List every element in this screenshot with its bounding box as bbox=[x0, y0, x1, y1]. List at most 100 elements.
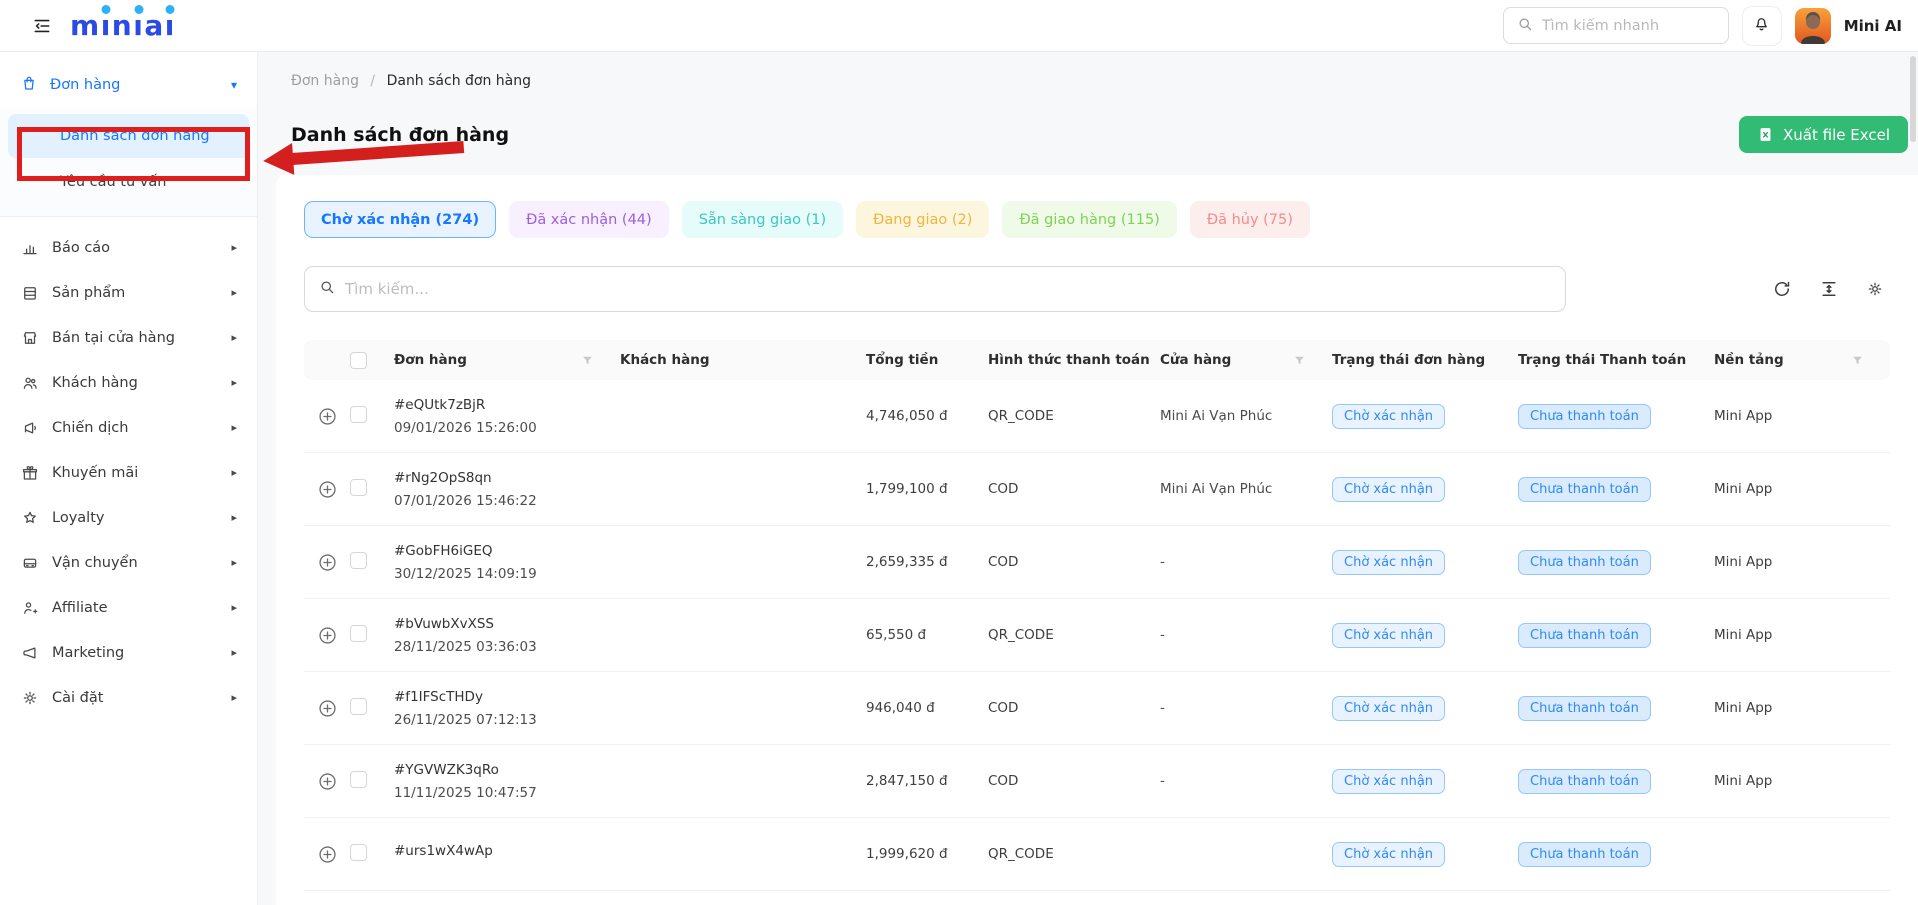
sidebar-item[interactable]: Khuyến mãi ▸ bbox=[0, 450, 257, 495]
scrollbar-thumb[interactable] bbox=[1910, 56, 1916, 142]
table-row: #GobFH6iGEQ 30/12/2025 14:09:19 2,659,33… bbox=[304, 526, 1890, 599]
sidebar-submenu: Danh sách đơn hàng Yêu cầu tư vấn bbox=[0, 108, 257, 217]
status-tab[interactable]: Chờ xác nhận (274) bbox=[304, 201, 496, 238]
status-tab[interactable]: Sẵn sàng giao (1) bbox=[682, 201, 843, 238]
status-tab[interactable]: Đã xác nhận (44) bbox=[509, 201, 669, 238]
order-date: 26/11/2025 07:12:13 bbox=[394, 712, 620, 728]
col-payment-status: Trạng thái Thanh toán bbox=[1518, 352, 1686, 368]
notifications-button[interactable] bbox=[1742, 6, 1782, 46]
row-checkbox[interactable] bbox=[350, 844, 367, 861]
sidebar-item[interactable]: Loyalty ▸ bbox=[0, 495, 257, 540]
sidebar-item-label: Sản phẩm bbox=[52, 285, 125, 301]
sidebar-item[interactable]: Affiliate ▸ bbox=[0, 585, 257, 630]
global-search-input[interactable] bbox=[1542, 18, 1716, 34]
expand-row-button[interactable] bbox=[304, 698, 350, 719]
sidebar-item[interactable]: Chiến dịch ▸ bbox=[0, 405, 257, 450]
total-cell: 1,799,100 đ bbox=[866, 481, 988, 497]
total-cell: 65,550 đ bbox=[866, 627, 988, 643]
filter-icon[interactable] bbox=[581, 354, 594, 367]
payment-method-cell: COD bbox=[988, 773, 1160, 789]
chevron-right-icon: ▸ bbox=[231, 511, 237, 524]
filter-icon[interactable] bbox=[1293, 354, 1306, 367]
chevron-right-icon: ▸ bbox=[231, 286, 237, 299]
expand-row-button[interactable] bbox=[304, 844, 350, 865]
order-id: #f1IFScTHDy bbox=[394, 689, 620, 705]
status-tab-label: Sẵn sàng giao (1) bbox=[699, 212, 826, 228]
order-status-badge: Chờ xác nhận bbox=[1332, 550, 1445, 575]
gift-icon bbox=[20, 463, 39, 482]
select-all-checkbox[interactable] bbox=[350, 352, 367, 369]
sidebar-item[interactable]: Báo cáo ▸ bbox=[0, 225, 257, 270]
sidebar-group-orders[interactable]: Đơn hàng ▾ bbox=[0, 62, 257, 108]
app-logo[interactable]: mınıaı bbox=[70, 12, 176, 40]
order-status-badge: Chờ xác nhận bbox=[1332, 842, 1445, 867]
table-search-input[interactable] bbox=[345, 280, 1552, 298]
search-icon bbox=[1516, 15, 1534, 37]
status-tab-label: Đã xác nhận (44) bbox=[526, 212, 652, 228]
table-search[interactable] bbox=[304, 266, 1566, 312]
row-checkbox[interactable] bbox=[350, 771, 367, 788]
expand-row-button[interactable] bbox=[304, 771, 350, 792]
breadcrumb-parent[interactable]: Đơn hàng bbox=[291, 73, 359, 89]
submenu-item-label: Danh sách đơn hàng bbox=[60, 128, 210, 144]
sidebar-item[interactable]: Cài đặt ▸ bbox=[0, 675, 257, 720]
global-search[interactable] bbox=[1503, 7, 1729, 44]
refresh-icon[interactable] bbox=[1772, 279, 1792, 299]
payment-method-cell: QR_CODE bbox=[988, 846, 1160, 862]
sidebar-item[interactable]: Khách hàng ▸ bbox=[0, 360, 257, 405]
expand-row-button[interactable] bbox=[304, 479, 350, 500]
bag-icon bbox=[20, 74, 38, 96]
affiliate-icon bbox=[20, 598, 39, 617]
export-excel-button[interactable]: Xuất file Excel bbox=[1739, 116, 1908, 153]
submenu-item-label: Yêu cầu tư vấn bbox=[60, 174, 166, 190]
sidebar-nav: Báo cáo ▸ Sản phẩm ▸ Bán tại cửa hàng ▸ bbox=[0, 217, 257, 720]
payment-status-badge: Chưa thanh toán bbox=[1518, 404, 1651, 429]
sidebar-item[interactable]: Vận chuyển ▸ bbox=[0, 540, 257, 585]
row-checkbox[interactable] bbox=[350, 552, 367, 569]
gear-icon[interactable] bbox=[1866, 280, 1884, 298]
order-id: #bVuwbXvXSS bbox=[394, 616, 620, 632]
status-tab[interactable]: Đã giao hàng (115) bbox=[1002, 201, 1176, 238]
sidebar-item[interactable]: Marketing ▸ bbox=[0, 630, 257, 675]
chevron-right-icon: ▸ bbox=[231, 646, 237, 659]
payment-status-badge: Chưa thanh toán bbox=[1518, 477, 1651, 502]
sidebar-item[interactable]: Bán tại cửa hàng ▸ bbox=[0, 315, 257, 360]
chevron-down-icon: ▾ bbox=[231, 78, 237, 92]
marketing-icon bbox=[20, 643, 39, 662]
status-tab[interactable]: Đang giao (2) bbox=[856, 201, 989, 238]
platform-cell: Mini App bbox=[1714, 554, 1890, 570]
status-tab[interactable]: Đã hủy (75) bbox=[1190, 201, 1310, 238]
sidebar-item-label: Loyalty bbox=[52, 510, 104, 526]
user-name: Mini AI bbox=[1844, 17, 1902, 35]
col-customer: Khách hàng bbox=[620, 352, 710, 368]
row-checkbox[interactable] bbox=[350, 479, 367, 496]
total-cell: 946,040 đ bbox=[866, 700, 988, 716]
orders-table: Đơn hàng Khách hàng Tổng tiền Hình thức … bbox=[304, 340, 1890, 891]
row-height-icon[interactable] bbox=[1819, 279, 1839, 299]
expand-row-button[interactable] bbox=[304, 406, 350, 427]
store-cell: - bbox=[1160, 627, 1332, 643]
store-cell: - bbox=[1160, 773, 1332, 789]
excel-file-icon bbox=[1757, 126, 1774, 143]
expand-row-button[interactable] bbox=[304, 552, 350, 573]
row-checkbox[interactable] bbox=[350, 698, 367, 715]
table-row: #urs1wX4wAp 1,999,620 đ QR_CODE Chờ xác … bbox=[304, 818, 1890, 891]
filter-icon[interactable] bbox=[1851, 354, 1864, 367]
breadcrumb-current: Danh sách đơn hàng bbox=[387, 73, 531, 89]
breadcrumb: Đơn hàng / Danh sách đơn hàng bbox=[291, 73, 1918, 89]
chevron-right-icon: ▸ bbox=[231, 331, 237, 344]
expand-row-button[interactable] bbox=[304, 625, 350, 646]
sidebar-item[interactable]: Sản phẩm ▸ bbox=[0, 270, 257, 315]
star-icon bbox=[20, 508, 39, 527]
row-checkbox[interactable] bbox=[350, 625, 367, 642]
menu-fold-icon[interactable] bbox=[28, 12, 56, 40]
store-cell: - bbox=[1160, 554, 1332, 570]
store-cell: Mini Ai Vạn Phúc bbox=[1160, 481, 1332, 497]
store-cell: - bbox=[1160, 700, 1332, 716]
payment-method-cell: COD bbox=[988, 700, 1160, 716]
sidebar-submenu-item[interactable]: Danh sách đơn hàng bbox=[8, 114, 249, 158]
sidebar-submenu-item[interactable]: Yêu cầu tư vấn bbox=[8, 160, 249, 204]
row-checkbox[interactable] bbox=[350, 406, 367, 423]
col-platform: Nền tảng bbox=[1714, 352, 1784, 368]
avatar[interactable] bbox=[1795, 8, 1831, 44]
